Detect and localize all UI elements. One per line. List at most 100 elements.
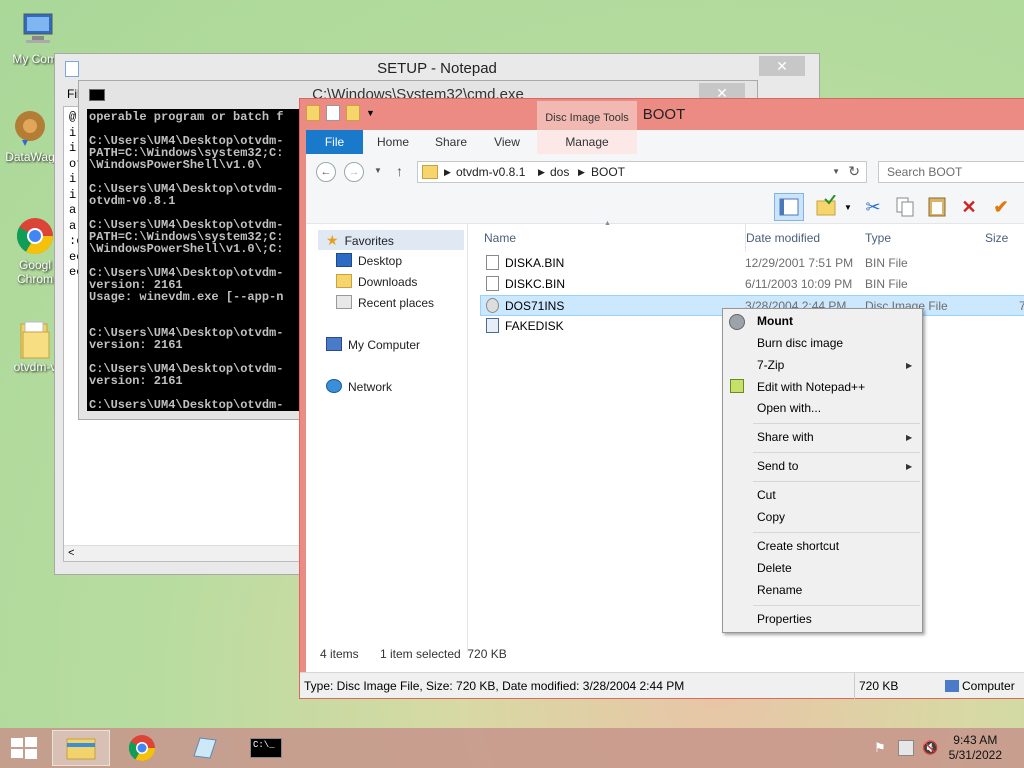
file-type: BIN File (865, 256, 908, 270)
copy-icon[interactable] (893, 195, 917, 219)
file-name: FAKEDISK (505, 319, 564, 333)
menu-item-edit-with-notepadpp[interactable]: Edit with Notepad++ (757, 377, 865, 397)
folder-icon (15, 318, 55, 359)
menu-separator (753, 605, 920, 606)
breadcrumb-boot[interactable]: BOOT (591, 165, 625, 179)
sidebar-item-my-computer[interactable]: My Computer (326, 335, 420, 355)
downloads-folder-icon (336, 274, 352, 288)
rename-check-icon[interactable]: ✔ (989, 195, 1013, 219)
sidebar-item-favorites[interactable]: ★ Favorites (318, 230, 464, 250)
sidebar-item-recent-places[interactable]: Recent places (336, 293, 434, 313)
tab-share[interactable]: Share (426, 130, 476, 154)
tab-view[interactable]: View (482, 130, 532, 154)
details-location: Computer (962, 679, 1015, 693)
computer-icon (945, 680, 959, 692)
breadcrumb-dos[interactable]: dos (550, 165, 569, 179)
menu-item-send-to[interactable]: Send to (757, 456, 798, 476)
file-name-cell: DISKA.BIN (486, 253, 564, 274)
table-row[interactable]: DISKC.BIN 6/11/2003 10:09 PM BIN File (480, 274, 1024, 295)
file-explorer-icon (66, 738, 96, 760)
network-icon (326, 379, 342, 393)
menu-item-delete[interactable]: Delete (757, 558, 792, 578)
tab-manage[interactable]: Manage (537, 130, 637, 154)
taskbar-notepad-button[interactable] (176, 730, 234, 766)
ribbon-tabs: File Home Share View Manage (306, 130, 1024, 154)
search-input[interactable]: Search BOOT (878, 161, 1024, 183)
menu-item-burn-disc-image[interactable]: Burn disc image (757, 333, 843, 353)
sidebar-item-desktop[interactable]: Desktop (336, 251, 402, 271)
menu-item-cut[interactable]: Cut (757, 485, 776, 505)
scroll-left-arrow[interactable]: < (68, 548, 75, 560)
address-bar[interactable]: ▶ otvdm-v0.8.1 ▶ dos ▶ BOOT ▼ ↻ (417, 161, 867, 183)
system-clock[interactable]: 9:43 AM 5/31/2022 (949, 733, 1002, 763)
taskbar-explorer-button[interactable] (52, 730, 110, 766)
action-center-flag-icon[interactable]: ⚑ (874, 740, 890, 756)
explorer-titlebar[interactable]: ▼ Disc Image Tools BOOT (300, 99, 1024, 131)
file-type: BIN File (865, 277, 908, 291)
sidebar-item-label: Recent places (358, 296, 435, 310)
clock-time: 9:43 AM (953, 733, 998, 747)
submenu-arrow-icon: ▶ (906, 361, 913, 370)
delete-icon[interactable]: ✕ (957, 195, 981, 219)
sidebar-item-downloads[interactable]: Downloads (336, 272, 417, 292)
new-folder-icon[interactable] (814, 194, 838, 219)
status-bar: 4 items 1 item selected 720 KB (306, 642, 1024, 666)
desktop-icon-label: DataWag (5, 150, 55, 164)
back-button[interactable]: ← (316, 162, 336, 182)
column-header-date[interactable]: Date modified (745, 224, 820, 252)
address-dropdown-icon[interactable]: ▼ (832, 167, 840, 176)
submenu-arrow-icon: ▶ (906, 462, 913, 471)
table-row[interactable]: DISKA.BIN 12/29/2001 7:51 PM BIN File (480, 253, 1024, 274)
tab-home[interactable]: Home (368, 130, 418, 154)
file-name: DISKC.BIN (505, 277, 566, 291)
network-status-icon[interactable] (898, 740, 914, 756)
forward-button[interactable]: → (344, 162, 364, 182)
menu-item-rename[interactable]: Rename (757, 580, 802, 600)
notepad-close-button[interactable]: ✕ (759, 56, 805, 76)
navigation-pane: ★ Favorites Desktop Downloads Recent plac… (306, 224, 468, 652)
menu-item-share-with[interactable]: Share with (757, 427, 814, 447)
sidebar-item-label: Desktop (358, 254, 403, 268)
menu-item-7zip[interactable]: 7-Zip (757, 355, 784, 375)
datawag-icon (10, 108, 50, 148)
taskbar-cmd-button[interactable]: C:\_ (238, 730, 296, 766)
preview-pane-icon[interactable] (774, 193, 804, 221)
sidebar-item-label: Downloads (358, 275, 418, 289)
recent-places-icon (336, 295, 352, 309)
file-date: 6/11/2003 10:09 PM (745, 277, 853, 291)
taskbar-chrome-button[interactable] (114, 730, 172, 766)
tab-file[interactable]: File (306, 130, 363, 154)
chevron-down-icon[interactable]: ▼ (844, 203, 852, 212)
item-count: 4 items (320, 647, 359, 661)
chrome-icon (128, 735, 156, 762)
menu-item-create-shortcut[interactable]: Create shortcut (757, 536, 839, 556)
start-button[interactable] (10, 736, 38, 760)
notepad-icon (65, 61, 79, 77)
file-name-cell: FAKEDISK (486, 316, 564, 337)
recent-locations-chevron-icon[interactable]: ▼ (374, 166, 382, 175)
column-header-name[interactable]: Name (484, 224, 516, 252)
menu-item-properties[interactable]: Properties (757, 609, 812, 629)
breadcrumb-otvdm[interactable]: otvdm-v0.8.1 (456, 165, 525, 179)
volume-muted-icon[interactable]: 🔇 (922, 740, 938, 756)
selection-info: 1 item selected 720 KB (380, 647, 507, 661)
file-name: DISKA.BIN (505, 256, 565, 270)
menu-item-mount[interactable]: Mount (757, 311, 793, 331)
menu-item-copy[interactable]: Copy (757, 507, 785, 527)
sidebar-item-network[interactable]: Network (326, 377, 392, 397)
refresh-icon[interactable]: ↻ (848, 163, 860, 180)
column-header-type[interactable]: Type (865, 224, 891, 252)
menu-item-open-with[interactable]: Open with... (757, 398, 821, 418)
desktop-icon (336, 253, 352, 267)
column-header-size[interactable]: Size (985, 224, 1008, 252)
desktop-icon-datawag[interactable]: DataWag (0, 108, 62, 164)
cut-icon[interactable]: ✂ (861, 195, 885, 219)
menu-separator (753, 452, 920, 453)
breadcrumb-separator-icon: ▶ (578, 167, 585, 177)
disc-mount-icon (729, 314, 745, 330)
paste-icon[interactable] (925, 195, 949, 219)
toolbar: ▼ ✂ ✕ ✔ (306, 190, 1024, 224)
up-arrow-icon[interactable]: ↑ (396, 163, 403, 179)
details-bar: Type: Disc Image File, Size: 720 KB, Dat… (300, 672, 1024, 699)
notepadpp-icon (730, 379, 744, 393)
